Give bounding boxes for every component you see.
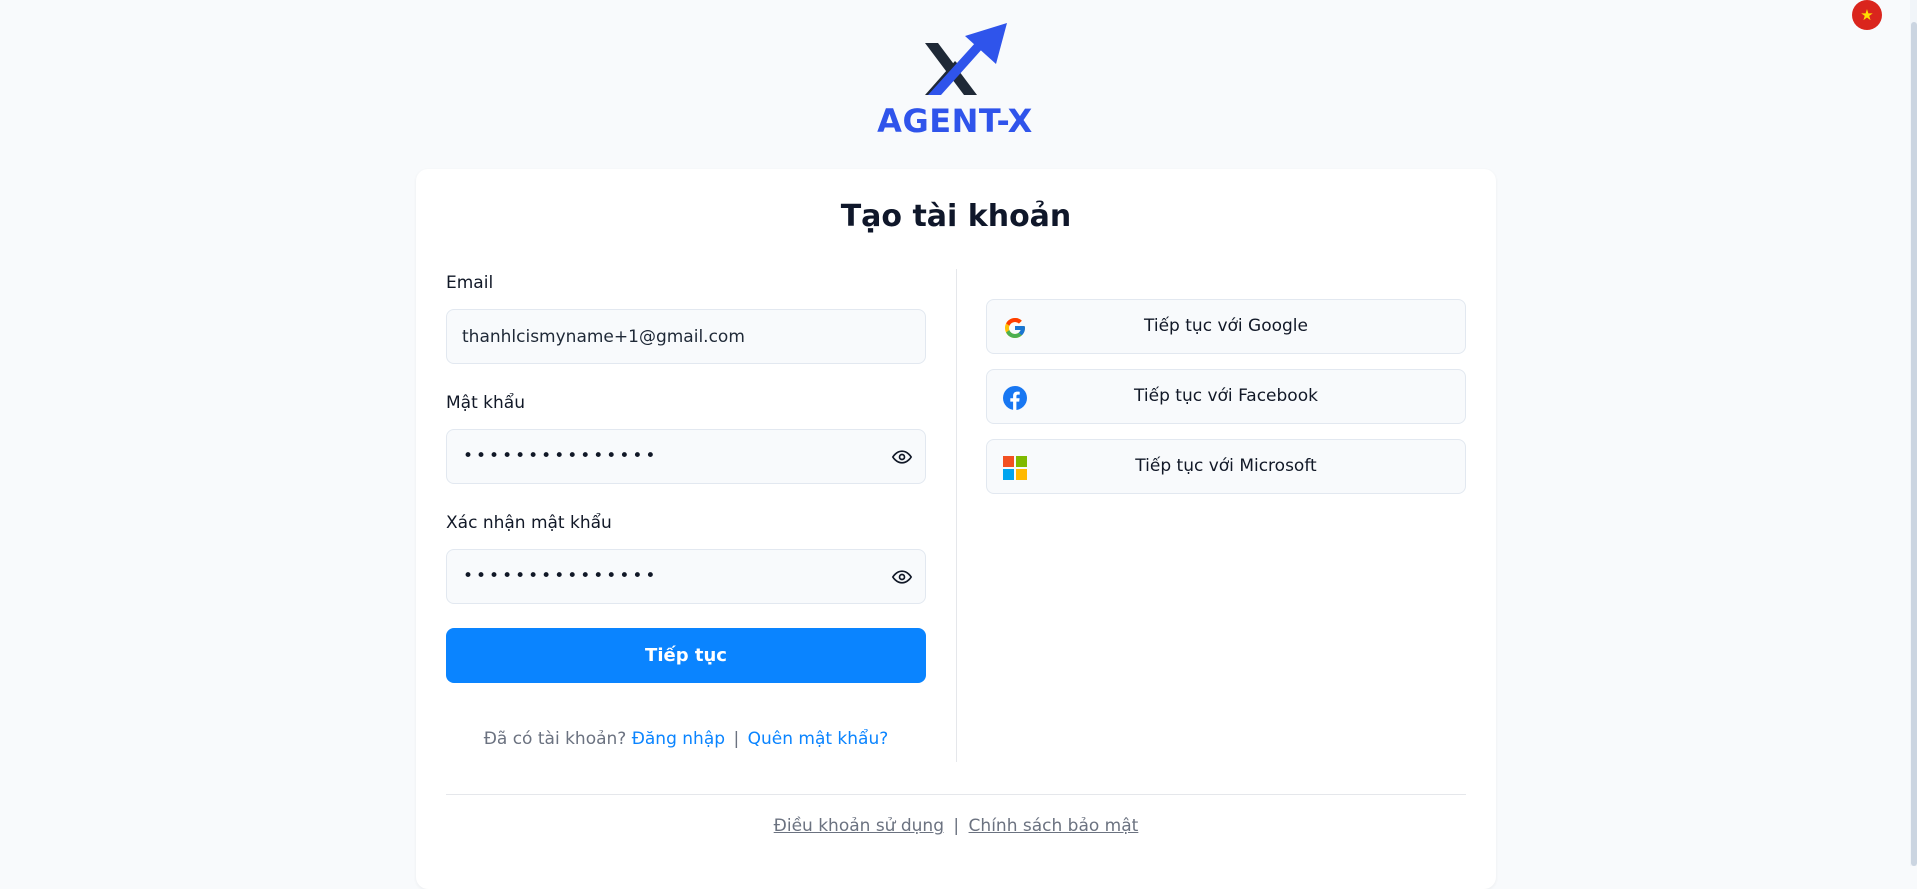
link-separator: | [733, 729, 740, 749]
email-field-wrapper [446, 309, 926, 364]
confirm-password-field[interactable]: ••••••••••••••• [446, 549, 926, 604]
language-flag-icon[interactable]: ★ [1852, 0, 1882, 30]
terms-link[interactable]: Điều khoản sử dụng [774, 816, 944, 836]
privacy-link[interactable]: Chính sách bảo mật [969, 816, 1139, 836]
password-label: Mật khẩu [446, 393, 525, 413]
agent-x-logo-icon [925, 23, 1007, 95]
email-label: Email [446, 273, 494, 293]
page-title: Tạo tài khoản [840, 199, 1072, 234]
scrollbar-thumb[interactable] [1911, 22, 1917, 866]
microsoft-signin-button[interactable]: Tiếp tục với Microsoft [986, 439, 1466, 494]
password-field[interactable]: ••••••••••••••• [446, 429, 926, 484]
confirm-password-input[interactable]: ••••••••••••••• [463, 550, 658, 603]
scrollbar-track[interactable] [1910, 0, 1917, 866]
eye-icon[interactable] [891, 567, 913, 587]
footer: Điều khoản sử dụng | Chính sách bảo mật [416, 816, 1496, 836]
brand-logo: AGENT-X [875, 20, 1035, 140]
login-link[interactable]: Đăng nhập [632, 729, 725, 749]
continue-button[interactable]: Tiếp tục [446, 628, 926, 683]
google-signin-button[interactable]: Tiếp tục với Google [986, 299, 1466, 354]
column-divider [956, 269, 957, 762]
microsoft-button-label: Tiếp tục với Microsoft [1135, 456, 1317, 476]
eye-icon[interactable] [891, 447, 913, 467]
email-input[interactable] [462, 310, 862, 363]
signup-card: Tạo tài khoản Email Mật khẩu •••••••••••… [416, 169, 1496, 889]
confirm-password-label: Xác nhận mật khẩu [446, 513, 612, 533]
have-account-text: Đã có tài khoản? [483, 729, 627, 749]
facebook-signin-button[interactable]: Tiếp tục với Facebook [986, 369, 1466, 424]
brand-name: AGENT-X [877, 102, 1033, 140]
footer-divider [446, 794, 1466, 795]
facebook-button-label: Tiếp tục với Facebook [1134, 386, 1318, 406]
footer-separator: | [953, 816, 960, 836]
password-input[interactable]: ••••••••••••••• [463, 430, 658, 483]
google-button-label: Tiếp tục với Google [1144, 316, 1308, 336]
forgot-password-link[interactable]: Quên mật khẩu? [748, 729, 889, 749]
signin-row: Đã có tài khoản? Đăng nhập | Quên mật kh… [446, 729, 926, 749]
